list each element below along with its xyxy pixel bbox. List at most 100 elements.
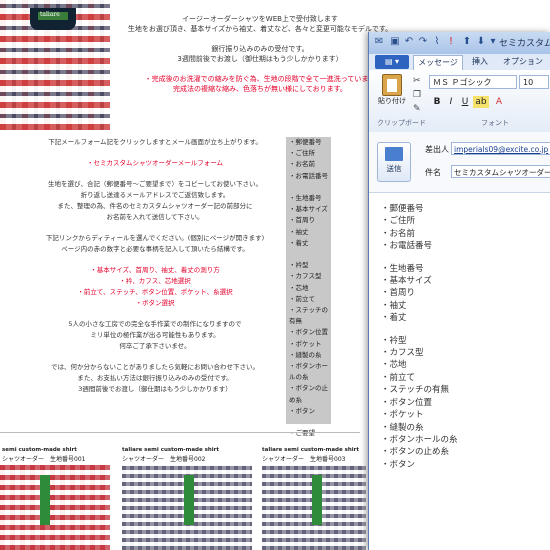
field-item: ・ボタンホールの糸 [289, 362, 328, 382]
redo-icon[interactable]: ↷ [417, 36, 429, 48]
instruction-line: 3週間前後でお渡し（御仕期はもう少しかかります） [78, 385, 232, 393]
body-line: ・ご住所 [381, 216, 416, 227]
caption-title: taliare semi custom-made shirt [122, 447, 220, 453]
ribbon-tab-bar: ▤ ▾ メッセージ 挿入 オプション [369, 54, 550, 71]
send-icon [385, 147, 403, 161]
field-item: ・ボタン [289, 406, 315, 415]
product-image-2[interactable] [122, 465, 252, 550]
move-down-icon[interactable]: ⬇ [475, 36, 487, 48]
product-caption-2: taliare semi custom-made shirt シャツオーダー 生… [122, 445, 252, 465]
body-line: ・首周り [381, 288, 416, 299]
notice-line: 完成法の複縮な縮み、色落ちが無い様にしております。 [173, 85, 347, 93]
product-image-3[interactable] [262, 465, 366, 550]
tab-message[interactable]: メッセージ [413, 55, 463, 70]
notice-line: ・完成後のお洗濯での縮みを防ぐ為、生地の段階で全て一進洗っています [144, 75, 376, 83]
body-line: ・ボタン位置 [381, 397, 433, 408]
body-line: ・基本サイズ [381, 276, 432, 287]
undo-icon[interactable]: ↶ [403, 36, 415, 48]
field-item: ・ボタンの止め糸 [289, 384, 328, 404]
underline-button[interactable]: U [459, 96, 471, 108]
tab-options[interactable]: オプション [499, 55, 547, 69]
clipboard-icon [382, 74, 402, 96]
field-item: ・首周り [289, 216, 315, 225]
format-painter-icon[interactable]: ✎ [413, 104, 423, 114]
font-group-label: フォント [481, 119, 509, 127]
subject-label: 件名 [425, 168, 441, 177]
field-item: ・お電話番号 [289, 171, 328, 180]
attach-icon[interactable]: ⌇ [431, 36, 443, 48]
field-item: ・衿型 [289, 261, 309, 270]
body-line: ・芯地 [381, 360, 407, 371]
send-button[interactable]: 送信 [377, 142, 411, 182]
send-label: 送信 [386, 164, 402, 173]
body-line: ・着丈 [381, 313, 407, 324]
file-tab[interactable]: ▤ ▾ [375, 55, 409, 69]
instruction-line: 折り返し送達るメールアドレスでご返信致します。 [80, 191, 230, 199]
field-item: ・ご住所 [289, 149, 315, 158]
product-caption-3: taliare semi custom-made shirt シャツオーダー 生… [262, 445, 366, 465]
body-line: ・ボタンホールの糸 [381, 434, 458, 445]
italic-button[interactable]: I [445, 96, 457, 108]
intro-line: 3週間前後でお渡し（御仕期はもう少しかかります） [177, 55, 343, 63]
from-label: 差出人 [425, 145, 449, 154]
bold-button[interactable]: B [431, 96, 443, 108]
field-item: ・ご要望 [289, 429, 315, 438]
body-line: ・袖丈 [381, 300, 407, 311]
move-up-icon[interactable]: ⬆ [461, 36, 473, 48]
from-field[interactable]: imperials09@excite.co.jp [451, 142, 550, 155]
mail-form-link[interactable]: ・セミカスタムシャツオーダーメールフォーム [30, 158, 280, 169]
save-icon[interactable]: ▣ [389, 36, 401, 48]
mail-instructions: 下記メールフォーム記をクリックしますとメール画面が立ち上がります。 ・セミカスタ… [30, 137, 280, 395]
tab-insert[interactable]: 挿入 [465, 55, 495, 69]
instruction-line: ページ内の赤の数字と必要な事柄を記入して頂いたら結構です。 [61, 245, 249, 253]
body-line: ・前立て [381, 372, 416, 383]
caption-sub: シャツオーダー 生地番号001 [2, 456, 86, 463]
divider [0, 432, 360, 433]
size-tag [40, 475, 50, 525]
message-header: 送信 差出人 imperials09@excite.co.jp 件名 セミカスタ… [369, 132, 550, 193]
body-line: ・お名前 [381, 228, 416, 239]
field-item: ・ポケット [289, 339, 322, 348]
body-line: ・生地番号 [381, 263, 424, 274]
field-item: ・芯地 [289, 283, 309, 292]
intro-line: 銀行振り込みのみの受付です。 [211, 45, 309, 53]
field-item: ・縫製の糸 [289, 350, 322, 359]
size-tag [184, 475, 194, 525]
font-color-icon[interactable]: A [493, 96, 505, 108]
instruction-line: お名前を入れて送信して下さい。 [106, 213, 204, 221]
placket-stitch-link[interactable]: ・前立て、ステッチ、ボタン位置、ポケット、糸選択 [30, 287, 280, 298]
size-tag [312, 475, 322, 525]
highlight-button[interactable]: ab [473, 96, 489, 108]
instruction-line: また、整理の為、件名のセミカスタムシャツオーダー記の前部分に [57, 202, 253, 210]
intro-line: イージーオーダーシャツをWEB上で受付致します [182, 15, 338, 23]
button-select-link[interactable]: ・ボタン選択 [30, 298, 280, 309]
paste-button[interactable]: 貼り付け [377, 74, 407, 106]
field-item: ・ステッチの有無 [289, 306, 328, 326]
instruction-line: 下記メールフォーム記をクリックしますとメール画面が立ち上がります。 [48, 138, 262, 146]
customize-dropdown-icon[interactable]: ▾ [487, 36, 499, 48]
font-size-select[interactable]: 10 [519, 75, 549, 89]
instruction-line: ミリ単位の極作業が出る可能性もあります。 [90, 331, 220, 339]
intro-text: イージーオーダーシャツをWEB上で受付致します 生地をお選び頂き、基本サイズから… [120, 14, 400, 94]
instruction-line: 何卒ご了承下さいませ。 [119, 342, 191, 350]
caption-sub: シャツオーダー 生地番号002 [122, 456, 206, 463]
clipboard-group-label: クリップボード [377, 119, 426, 127]
instruction-line: では、何か分からないことがありましたら気軽にお問い合わせ下さい。 [51, 363, 259, 371]
body-line: ・ボタンの止め糸 [381, 447, 450, 458]
collar-cuff-link[interactable]: ・衿、カフス、芯地選択 [30, 276, 280, 287]
field-item: ・基本サイズ [289, 205, 328, 214]
intro-line: 生地をお選び頂き、基本サイズから袖丈、着丈など、各々と変更可能なモデルです。 [127, 25, 393, 33]
body-line: ・ボタン [381, 459, 416, 470]
size-guide-link[interactable]: ・基本サイズ、首周り、袖丈、着丈の測り方 [30, 265, 280, 276]
field-item: ・生地番号 [289, 194, 322, 202]
cut-icon[interactable]: ✂ [413, 76, 423, 86]
outlook-compose-window: ✉ ▣ ↶ ↷ ⌇ ! ⬆ ⬇ ▾ セミカスタムシ ▤ ▾ メッセージ 挿入 オ… [368, 32, 550, 550]
product-image-1[interactable] [0, 465, 110, 550]
body-line: ・お電話番号 [381, 241, 433, 252]
message-body[interactable]: ・郵便番号 ・ご住所 ・お名前 ・お電話番号 ・生地番号 ・基本サイズ ・首周り… [369, 193, 550, 550]
font-name-select[interactable]: ＭＳ Ｐゴシック [429, 75, 517, 89]
importance-icon[interactable]: ! [445, 36, 457, 48]
copy-icon[interactable]: ❐ [413, 90, 423, 100]
field-item: ・袖丈 [289, 227, 309, 236]
subject-field[interactable]: セミカスタムシャツオーダー [451, 165, 550, 178]
